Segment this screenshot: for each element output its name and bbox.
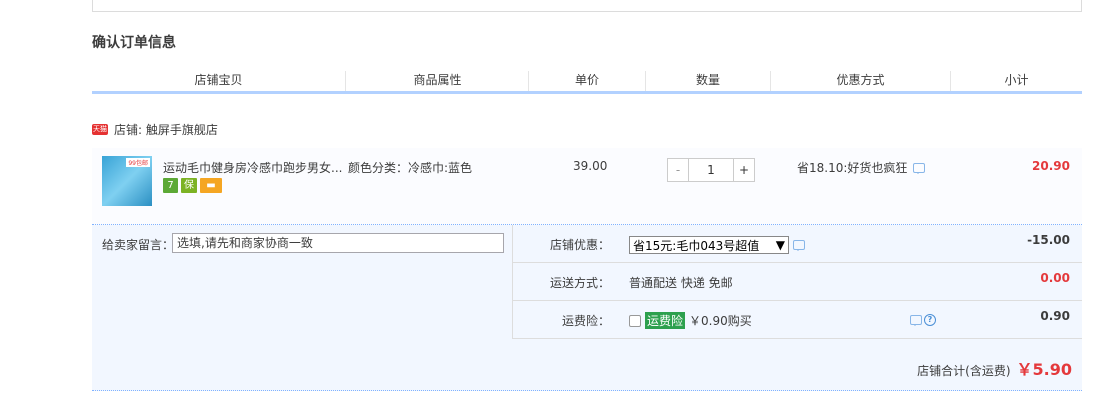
shop-discount-selected: 省15元:毛巾043号超值 bbox=[633, 238, 760, 253]
product-title-link[interactable]: 运动毛巾健身房冷感巾跑步男女... bbox=[163, 159, 343, 176]
dropdown-arrow-icon: ▼ bbox=[775, 238, 785, 252]
quantity-increase-button[interactable]: + bbox=[733, 159, 754, 181]
seven-day-return-icon[interactable]: 7 bbox=[163, 178, 178, 193]
quantity-decrease-button[interactable]: - bbox=[668, 159, 689, 181]
shipping-value: 普通配送 快递 免邮 bbox=[629, 276, 733, 290]
shop-row: 天猫 店铺: 触屏手旗舰店 bbox=[92, 120, 218, 138]
guarantee-icon[interactable]: 保 bbox=[181, 178, 197, 193]
shop-discount-value: 省15元:毛巾043号超值 ▼ bbox=[629, 236, 805, 254]
insurance-checkbox[interactable] bbox=[629, 314, 641, 327]
header-shop-items: 店铺宝贝 bbox=[92, 71, 346, 91]
insurance-value: 运费险 ￥0.90购买 bbox=[629, 312, 752, 329]
shop-total: 店铺合计(含运费) ￥5.90 bbox=[917, 356, 1072, 380]
order-item-row: 99包邮 运动毛巾健身房冷感巾跑步男女... 颜色分类：冷感巾:蓝色 7 保 ▬… bbox=[92, 148, 1082, 225]
header-discount: 优惠方式 bbox=[771, 71, 951, 91]
quantity-stepper: - 1 + bbox=[667, 158, 755, 182]
question-icon[interactable]: ? bbox=[924, 314, 936, 326]
card-payment-icon[interactable]: ▬ bbox=[200, 178, 222, 193]
order-table-header: 店铺宝贝 商品属性 单价 数量 优惠方式 小计 bbox=[92, 68, 1082, 94]
shipping-label: 运送方式： bbox=[549, 276, 610, 290]
insurance-price: ￥0.90购买 bbox=[689, 314, 752, 328]
header-quantity: 数量 bbox=[646, 71, 771, 91]
order-extras: 给卖家留言： 选填,请先和商家协商一致 店铺优惠： 省15元:毛巾043号超值 … bbox=[92, 225, 1082, 391]
message-to-seller-input[interactable]: 选填,请先和商家协商一致 bbox=[172, 233, 504, 253]
shop-total-value: ￥5.90 bbox=[1016, 360, 1072, 379]
message-label: 给卖家留言： bbox=[102, 238, 175, 252]
page-title: 确认订单信息 bbox=[92, 35, 176, 51]
shipping-amount: 0.00 bbox=[1040, 271, 1070, 285]
previous-section-box bbox=[92, 0, 1082, 12]
item-promotion: 省18.10:好货也疯狂 bbox=[797, 159, 926, 176]
product-attribute: 颜色分类：冷感巾:蓝色 bbox=[348, 161, 473, 175]
insurance-help: ? bbox=[910, 314, 936, 326]
shop-name[interactable]: 店铺: 触屏手旗舰店 bbox=[114, 121, 218, 138]
header-attributes: 商品属性 bbox=[347, 71, 529, 91]
shop-total-label: 店铺合计(含运费) bbox=[917, 364, 1011, 378]
shop-discount-amount: -15.00 bbox=[1027, 233, 1070, 247]
unit-price: 39.00 bbox=[573, 159, 608, 173]
item-subtotal: 20.90 bbox=[1032, 159, 1070, 173]
header-subtotal: 小计 bbox=[1004, 73, 1029, 87]
service-icons: 7 保 ▬ bbox=[163, 178, 222, 193]
order-options-panel: 店铺优惠： 省15元:毛巾043号超值 ▼ -15.00 运送方式： 普通配送 … bbox=[512, 225, 1082, 339]
shipping-row: 运送方式： 普通配送 快递 免邮 0.00 bbox=[512, 263, 1082, 301]
insurance-badge: 运费险 bbox=[645, 312, 686, 329]
quantity-input[interactable]: 1 bbox=[689, 159, 733, 181]
insurance-amount: 0.90 bbox=[1040, 309, 1070, 323]
insurance-chat-icon[interactable] bbox=[910, 315, 922, 326]
shop-discount-row: 店铺优惠： 省15元:毛巾043号超值 ▼ -15.00 bbox=[512, 225, 1082, 263]
discount-chat-icon[interactable] bbox=[793, 240, 805, 251]
shop-discount-label: 店铺优惠： bbox=[549, 238, 610, 252]
header-unit-price: 单价 bbox=[529, 71, 646, 91]
insurance-row: 运费险： 运费险 ￥0.90购买 ? 0.90 bbox=[512, 301, 1082, 339]
product-thumbnail[interactable]: 99包邮 bbox=[102, 156, 152, 206]
insurance-label: 运费险： bbox=[561, 314, 610, 328]
promotion-text: 省18.10:好货也疯狂 bbox=[797, 161, 908, 175]
tmall-icon: 天猫 bbox=[92, 123, 108, 135]
shop-discount-select[interactable]: 省15元:毛巾043号超值 ▼ bbox=[629, 236, 789, 254]
chat-icon[interactable] bbox=[913, 162, 926, 174]
thumb-badge: 99包邮 bbox=[126, 158, 150, 167]
